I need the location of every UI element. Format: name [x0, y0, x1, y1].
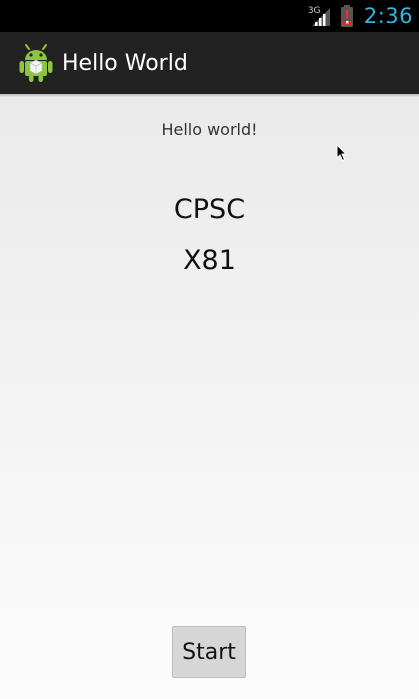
- course-text-line2: X81: [183, 245, 236, 276]
- hello-text: Hello world!: [161, 120, 258, 139]
- android-icon[interactable]: [18, 43, 54, 83]
- action-bar-shadow: [0, 94, 419, 97]
- app-title: Hello World: [62, 50, 188, 76]
- action-bar: Hello World: [0, 32, 419, 94]
- course-text-line1: CPSC: [173, 194, 246, 225]
- status-clock: 2:36: [363, 4, 413, 28]
- start-button[interactable]: Start: [172, 626, 246, 678]
- network-type-label: 3G: [307, 6, 321, 16]
- signal-indicator: 3G: [307, 5, 332, 27]
- main-content: Hello world! CPSC X81 Start: [0, 94, 419, 699]
- battery-low-icon: [340, 5, 353, 27]
- status-icons: 3G 2:36: [307, 2, 413, 30]
- status-bar: 3G 2:36: [0, 0, 419, 32]
- mouse-cursor-icon: [336, 144, 348, 162]
